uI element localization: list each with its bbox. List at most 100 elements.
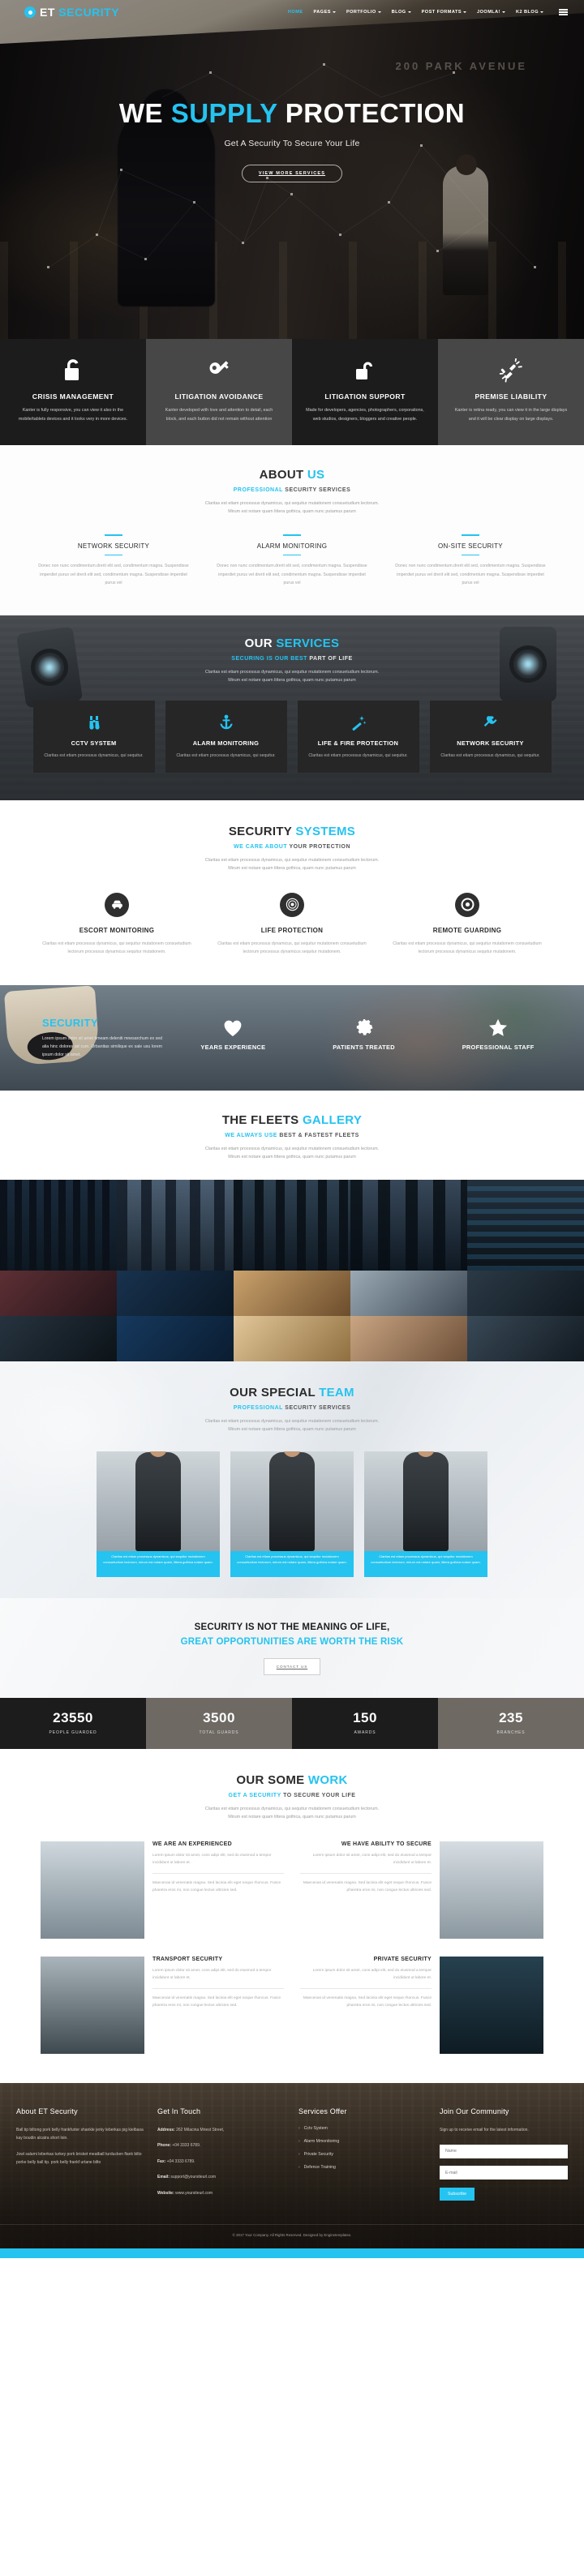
gallery-tile[interactable] [234, 1270, 350, 1316]
quote-inner: SECURITY IS NOT THE MEANING OF LIFE, GRE… [0, 1622, 584, 1676]
parallax-inner: SECURITY Lorem ipsum dolor sit amet time… [0, 985, 584, 1091]
feature-title: CRISIS MANAGEMENT [32, 392, 114, 401]
nav-item-post-formats[interactable]: POST FORMATS [422, 10, 467, 15]
systems-title: SECURITY SYSTEMS [228, 825, 356, 839]
about-column-on-site-security: ON-SITE SECURITY Donec non nunc condimen… [391, 534, 550, 588]
footer-service-item[interactable]: › Cctv System [298, 2126, 427, 2131]
work-description: Claritas est etiam processus dynamicus, … [204, 1807, 380, 1820]
gallery-tile[interactable] [0, 1315, 117, 1361]
nav-item-joomla[interactable]: JOOMLA! [477, 10, 505, 15]
gallery-tile[interactable] [117, 1270, 234, 1316]
team-inner: OUR SPECIAL TEAM PROFESSIONAL SECURITY S… [0, 1386, 584, 1578]
feature-text: Kanter is retina ready, you can view it … [454, 408, 568, 422]
counter-number: 235 [499, 1710, 523, 1726]
team-member-card[interactable]: Claritas est etiam processus dynamicus, … [364, 1451, 487, 1578]
service-card-text: Claritas est etiam processus dynamicus, … [44, 753, 144, 759]
service-card-alarm-monitoring[interactable]: ALARM MONITORING Claritas est etiam proc… [165, 701, 287, 774]
gallery-tile[interactable] [467, 1270, 584, 1316]
team-member-card[interactable]: Claritas est etiam processus dynamicus, … [97, 1451, 220, 1578]
footer-column-about: About ET Security Ball tip biltong pork … [16, 2107, 144, 2205]
gallery-tile[interactable] [117, 1179, 234, 1271]
power-plug-icon [440, 712, 542, 733]
chevron-down-icon [540, 11, 543, 13]
footer-service-item[interactable]: › Defence Training [298, 2165, 427, 2170]
work-card-experienced[interactable]: WE ARE AN EXPERIENCED Lorem ipsum dolor … [41, 1841, 284, 1939]
about-column-text: Donec non nunc condimentum.drerit elit s… [38, 564, 189, 586]
work-card-text-2: Maecenas id venenatis magna. Sed lacinia… [152, 1880, 281, 1893]
feature-box-crisis-management[interactable]: CRISIS MANAGEMENT Kanter is fully respon… [0, 339, 146, 446]
divider [462, 534, 479, 536]
systems-subtitle: WE CARE ABOUT YOUR PROTECTION [233, 844, 351, 851]
nav-item-home[interactable]: HOME [288, 10, 303, 15]
footer-email[interactable]: Email: support@yoursiteurl.com [157, 2173, 286, 2182]
parallax-copy: SECURITY Lorem ipsum dolor sit amet time… [11, 1017, 162, 1059]
services-section: OUR SERVICES SECURING IS OUR BEST PART O… [0, 615, 584, 801]
feature-box-litigation-avoidance[interactable]: LITIGATION AVOIDANCE Kanter developed wi… [146, 339, 292, 446]
gallery-tile[interactable] [234, 1315, 350, 1361]
team-member-card[interactable]: Claritas est etiam processus dynamicus, … [230, 1451, 354, 1578]
team-heading: OUR SPECIAL TEAM PROFESSIONAL SECURITY S… [0, 1386, 584, 1434]
gallery-tile[interactable] [350, 1179, 467, 1271]
work-card-text-1: Lorem ipsum dolor sit amet, cons adipi e… [152, 1968, 272, 1981]
team-title: OUR SPECIAL TEAM [230, 1385, 354, 1399]
hamburger-icon[interactable] [559, 9, 568, 15]
contact-us-button[interactable]: CONTACT US [263, 1658, 321, 1676]
systems-column-title: ESCORT MONITORING [79, 926, 155, 934]
gallery-tile[interactable] [234, 1179, 350, 1271]
work-card-text-1: Lorem ipsum dolor sit amet, cons adipi e… [152, 1853, 272, 1866]
newsletter-name-input[interactable] [440, 2144, 568, 2158]
feature-box-litigation-support[interactable]: LITIGATION SUPPORT Made for developers, … [292, 339, 438, 446]
work-card-title: WE ARE AN EXPERIENCED [152, 1841, 232, 1847]
gallery-tile[interactable] [117, 1315, 234, 1361]
team-member-photo: Claritas est etiam processus dynamicus, … [364, 1451, 487, 1578]
work-card-transport-security[interactable]: TRANSPORT SECURITY Lorem ipsum dolor sit… [41, 1956, 284, 2054]
open-padlock-icon [13, 357, 133, 384]
newsletter-email-input[interactable] [440, 2166, 568, 2180]
service-card-network-security[interactable]: NETWORK SECURITY Claritas est etiam proc… [429, 701, 552, 774]
work-card-body: WE HAVE ABILITY TO SECURE Lorem ipsum do… [300, 1841, 432, 1939]
services-title: OUR SERVICES [244, 636, 340, 650]
star-icon [462, 1013, 535, 1037]
brand-logo[interactable]: ET SECURITY [24, 6, 119, 19]
gallery-tile[interactable] [0, 1270, 117, 1316]
services-inner: OUR SERVICES SECURING IS OUR BEST PART O… [0, 636, 584, 774]
footer-service-item[interactable]: › Private Security [298, 2152, 427, 2157]
feature-title: PREMISE LIABILITY [474, 392, 548, 401]
work-card-private-security[interactable]: PRIVATE SECURITY Lorem ipsum dolor sit a… [300, 1956, 543, 2054]
car-icon [105, 892, 129, 917]
footer-website[interactable]: Website: www.yoursiteurl.com [157, 2189, 286, 2198]
divider [105, 554, 122, 556]
stat-patients-treated: PATIENTS TREATED [333, 1013, 395, 1051]
hero-cta-button[interactable]: VIEW MORE SERVICES [241, 165, 343, 183]
footer-service-item[interactable]: › Alarm Mmonitoring [298, 2139, 427, 2144]
gallery-tile[interactable] [0, 1179, 117, 1271]
gallery-tile[interactable] [467, 1315, 584, 1361]
work-card-image [41, 1956, 144, 2054]
systems-heading: SECURITY SYSTEMS WE CARE ABOUT YOUR PROT… [0, 825, 584, 873]
nav-item-k2-blog[interactable]: K2 BLOG [516, 10, 543, 15]
work-card-text-1: Lorem ipsum dolor sit amet, cons adipi e… [312, 1968, 432, 1981]
work-card-text-1: Lorem ipsum dolor sit amet, cons adipi e… [312, 1853, 432, 1866]
gallery-title: THE FLEETS GALLERY [221, 1112, 363, 1127]
counters-section: 23550 PEOPLE GUARDED 3500 TOTAL GUARDS 1… [0, 1698, 584, 1750]
nav-item-pages[interactable]: PAGES [314, 10, 336, 15]
feature-box-premise-liability[interactable]: PREMISE LIABILITY Kanter is retina ready… [438, 339, 584, 446]
work-card-ability-to-secure[interactable]: WE HAVE ABILITY TO SECURE Lorem ipsum do… [300, 1841, 543, 1939]
subscribe-button[interactable]: Subscribe [440, 2188, 475, 2201]
gallery-tile[interactable] [350, 1270, 467, 1316]
about-subtitle: PROFESSIONAL SECURITY SERVICES [233, 487, 351, 494]
footer-phone: Phone: +04 3333 6789. [157, 2143, 201, 2149]
gallery-tile[interactable] [467, 1179, 584, 1271]
nav-item-portfolio[interactable]: PORTFOLIO [346, 10, 381, 15]
footer-fax: Fax: +04 3333 6789. [157, 2158, 195, 2164]
footer-about-text-1: Ball tip biltong pork belly frankfurter … [16, 2127, 144, 2141]
chevron-right-icon: › [298, 2164, 300, 2170]
divider [152, 1872, 284, 1874]
work-card-text-2: Maecenas id venenatis magna. Sed lacinia… [152, 1995, 281, 2008]
service-card-life-fire-protection[interactable]: LIFE & FIRE PROTECTION Claritas est etia… [297, 701, 419, 774]
nav-item-blog[interactable]: BLOG [392, 10, 411, 15]
service-card-cctv-system[interactable]: CCTV SYSTEM Claritas est etiam processus… [32, 701, 155, 774]
gallery-tile[interactable] [350, 1315, 467, 1361]
systems-column-escort-monitoring: ESCORT MONITORING Claritas est etiam pro… [36, 892, 197, 956]
about-description: Claritas est etiam processus dynamicus, … [204, 501, 380, 515]
